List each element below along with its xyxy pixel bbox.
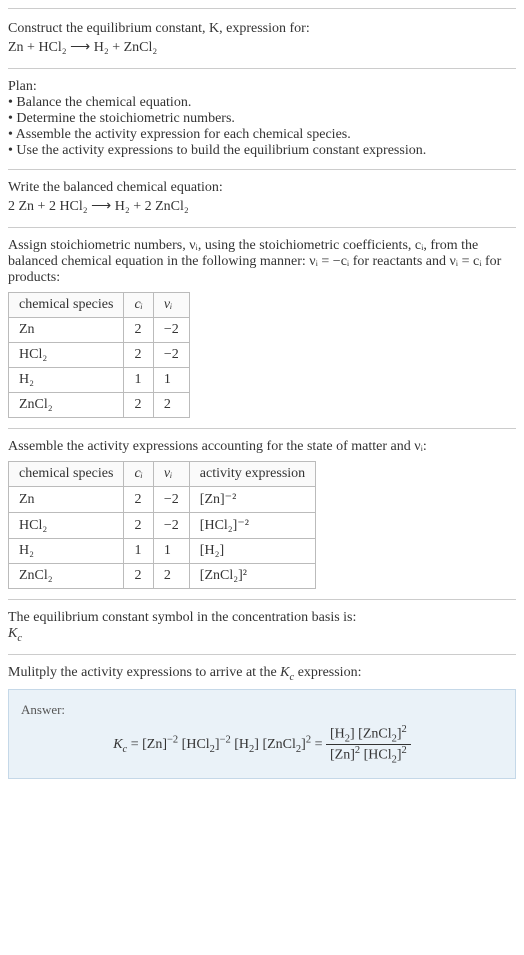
table-cell: −2: [153, 513, 189, 539]
table-row: ZnCl₂ 2 2 [ZnCl₂]²: [9, 564, 316, 589]
table-cell: [Zn]⁻²: [189, 487, 315, 513]
plan-item: • Balance the chemical equation.: [8, 95, 516, 111]
table-cell: −2: [153, 318, 189, 343]
answer-fraction: [H2] [ZnCl2]2 [Zn]2 [HCl2]2: [326, 724, 411, 766]
intro-text: Construct the equilibrium constant, K, e…: [8, 21, 516, 37]
balanced-heading: Write the balanced chemical equation:: [8, 180, 516, 196]
table-row: ZnCl₂ 2 2: [9, 393, 190, 418]
table-row: Zn 2 −2: [9, 318, 190, 343]
table-cell: ZnCl₂: [9, 564, 124, 589]
table-cell: 2: [124, 487, 153, 513]
plan-item: • Assemble the activity expression for e…: [8, 127, 516, 143]
table-cell: 2: [124, 564, 153, 589]
table-cell: HCl₂: [9, 343, 124, 368]
table-header: chemical species: [9, 293, 124, 318]
table-row: HCl₂ 2 −2 [HCl₂]⁻²: [9, 513, 316, 539]
symbol-value: Kc: [8, 626, 516, 644]
table-row: Zn 2 −2 [Zn]⁻²: [9, 487, 316, 513]
table-cell: 2: [153, 564, 189, 589]
answer-formula: Kc = [Zn]−2 [HCl2]−2 [H2] [ZnCl2]2 = [H2…: [21, 724, 503, 766]
table-cell: HCl₂: [9, 513, 124, 539]
table-cell: H₂: [9, 539, 124, 564]
table-row: H₂ 1 1: [9, 368, 190, 393]
assign-table: chemical species cᵢ νᵢ Zn 2 −2 HCl₂ 2 −2…: [8, 292, 190, 418]
plan-section: Plan: • Balance the chemical equation. •…: [8, 68, 516, 169]
balanced-equation: 2 Zn + 2 HCl₂ ⟶ H₂ + 2 ZnCl₂: [8, 198, 516, 215]
table-cell: 1: [124, 539, 153, 564]
table-cell: 2: [124, 343, 153, 368]
table-cell: [ZnCl₂]²: [189, 564, 315, 589]
table-row: H₂ 1 1 [H₂]: [9, 539, 316, 564]
table-cell: Zn: [9, 487, 124, 513]
table-cell: H₂: [9, 368, 124, 393]
table-header: activity expression: [189, 462, 315, 487]
answer-box: Answer: Kc = [Zn]−2 [HCl2]−2 [H2] [ZnCl2…: [8, 689, 516, 779]
table-header: νᵢ: [153, 293, 189, 318]
activity-text: Assemble the activity expressions accoun…: [8, 439, 516, 455]
table-cell: −2: [153, 343, 189, 368]
fraction-numerator: [H2] [ZnCl2]2: [326, 724, 411, 745]
table-header-row: chemical species cᵢ νᵢ: [9, 293, 190, 318]
multiply-text: Mulitply the activity expressions to arr…: [8, 665, 516, 683]
table-cell: 1: [124, 368, 153, 393]
plan-item: • Use the activity expressions to build …: [8, 143, 516, 159]
assign-section: Assign stoichiometric numbers, νᵢ, using…: [8, 227, 516, 428]
table-header: νᵢ: [153, 462, 189, 487]
answer-lhs: Kc = [Zn]−2 [HCl2]−2 [H2] [ZnCl2]2 =: [113, 737, 326, 752]
fraction-denominator: [Zn]2 [HCl2]2: [326, 745, 411, 765]
table-row: HCl₂ 2 −2: [9, 343, 190, 368]
table-cell: 2: [124, 513, 153, 539]
symbol-text: The equilibrium constant symbol in the c…: [8, 610, 516, 626]
table-cell: 2: [124, 393, 153, 418]
multiply-section: Mulitply the activity expressions to arr…: [8, 654, 516, 789]
table-header-row: chemical species cᵢ νᵢ activity expressi…: [9, 462, 316, 487]
table-cell: 2: [124, 318, 153, 343]
table-header: cᵢ: [124, 293, 153, 318]
table-cell: ZnCl₂: [9, 393, 124, 418]
activity-table: chemical species cᵢ νᵢ activity expressi…: [8, 461, 316, 589]
answer-label: Answer:: [21, 702, 503, 718]
symbol-section: The equilibrium constant symbol in the c…: [8, 599, 516, 654]
table-cell: 1: [153, 539, 189, 564]
table-header: chemical species: [9, 462, 124, 487]
table-cell: Zn: [9, 318, 124, 343]
intro-section: Construct the equilibrium constant, K, e…: [8, 8, 516, 68]
assign-text: Assign stoichiometric numbers, νᵢ, using…: [8, 238, 516, 286]
activity-section: Assemble the activity expressions accoun…: [8, 428, 516, 599]
table-cell: −2: [153, 487, 189, 513]
table-cell: [HCl₂]⁻²: [189, 513, 315, 539]
plan-item: • Determine the stoichiometric numbers.: [8, 111, 516, 127]
table-cell: 2: [153, 393, 189, 418]
table-cell: [H₂]: [189, 539, 315, 564]
table-header: cᵢ: [124, 462, 153, 487]
balanced-section: Write the balanced chemical equation: 2 …: [8, 169, 516, 227]
table-cell: 1: [153, 368, 189, 393]
plan-heading: Plan:: [8, 79, 516, 95]
intro-equation: Zn + HCl₂ ⟶ H₂ + ZnCl₂: [8, 39, 516, 56]
